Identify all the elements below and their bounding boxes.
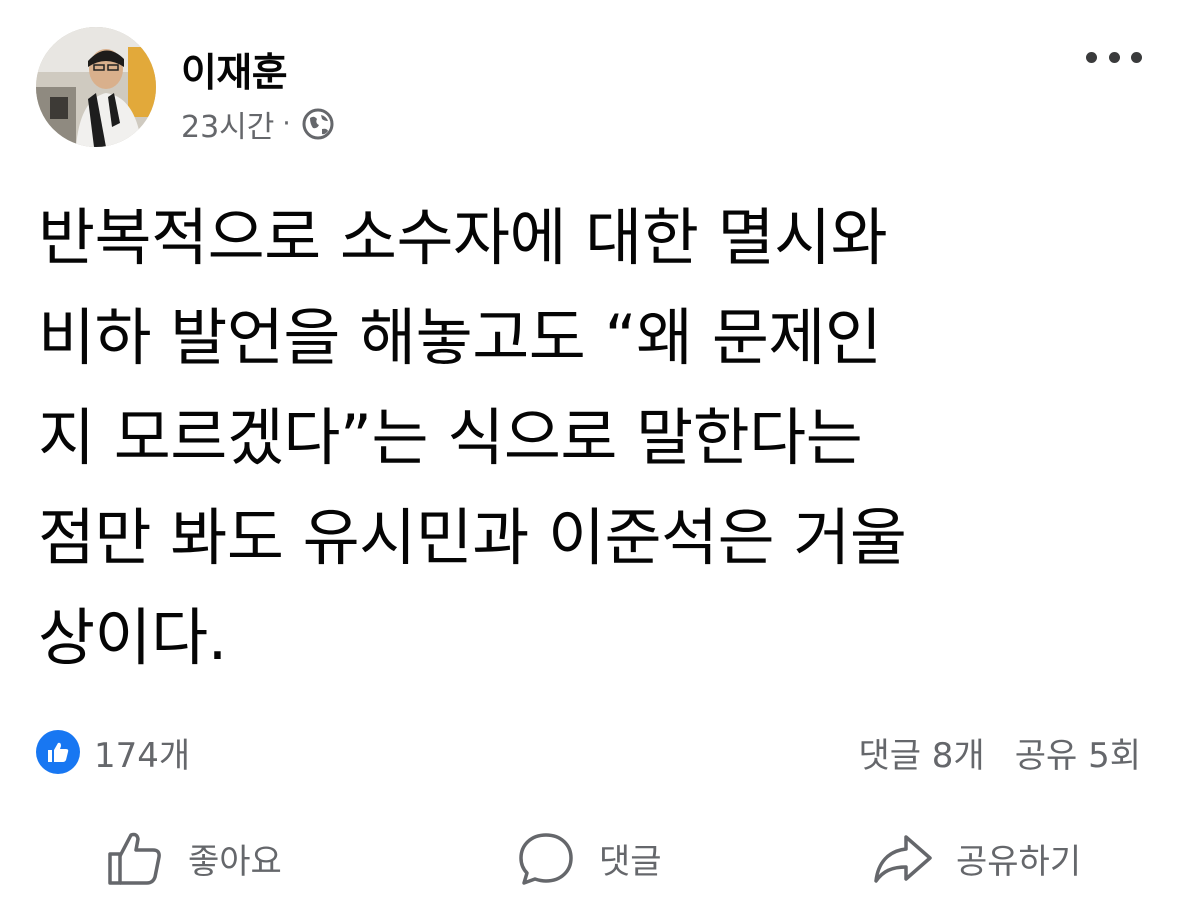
post-time[interactable]: 23시간 — [181, 102, 274, 146]
reaction-count: 174개 — [94, 735, 191, 776]
share-count[interactable]: 공유 5회 — [1015, 728, 1141, 777]
like-label: 좋아요 — [188, 841, 282, 882]
meta-separator: · — [282, 109, 291, 139]
more-options-icon[interactable] — [1086, 40, 1142, 74]
author-name[interactable]: 이재훈 — [181, 42, 288, 98]
avatar-photo — [36, 27, 156, 147]
like-badge-icon — [36, 730, 80, 774]
like-button[interactable]: 좋아요 — [104, 818, 282, 898]
more-dot — [1086, 51, 1097, 63]
avatar[interactable] — [36, 27, 156, 147]
comment-label: 댓글 — [599, 841, 662, 882]
more-dot — [1131, 51, 1142, 63]
facebook-post: 이재훈 23시간 · 반복적으로 소수자에 대한 멸시와 비하 발언을 해놓고도… — [0, 0, 1179, 908]
post-meta: 23시간 · — [181, 102, 335, 146]
comment-button[interactable]: 댓글 — [515, 818, 662, 898]
post-text: 반복적으로 소수자에 대한 멸시와 비하 발언을 해놓고도 “왜 문제인 지 모… — [38, 201, 907, 674]
thumbs-up-icon — [108, 832, 161, 885]
share-arrow-icon — [874, 835, 932, 883]
globe-icon[interactable] — [301, 107, 335, 141]
comment-count[interactable]: 댓글 8개 — [858, 728, 984, 777]
comment-bubble-icon — [519, 833, 573, 885]
engagement-counts: 댓글 8개 공유 5회 — [858, 728, 1141, 777]
share-label: 공유하기 — [956, 841, 1082, 882]
reactions-summary[interactable]: 174개 — [36, 730, 191, 776]
action-bar: 좋아요 댓글 공유하기 — [0, 818, 1179, 898]
more-dot — [1108, 51, 1120, 63]
share-button[interactable]: 공유하기 — [872, 818, 1081, 898]
